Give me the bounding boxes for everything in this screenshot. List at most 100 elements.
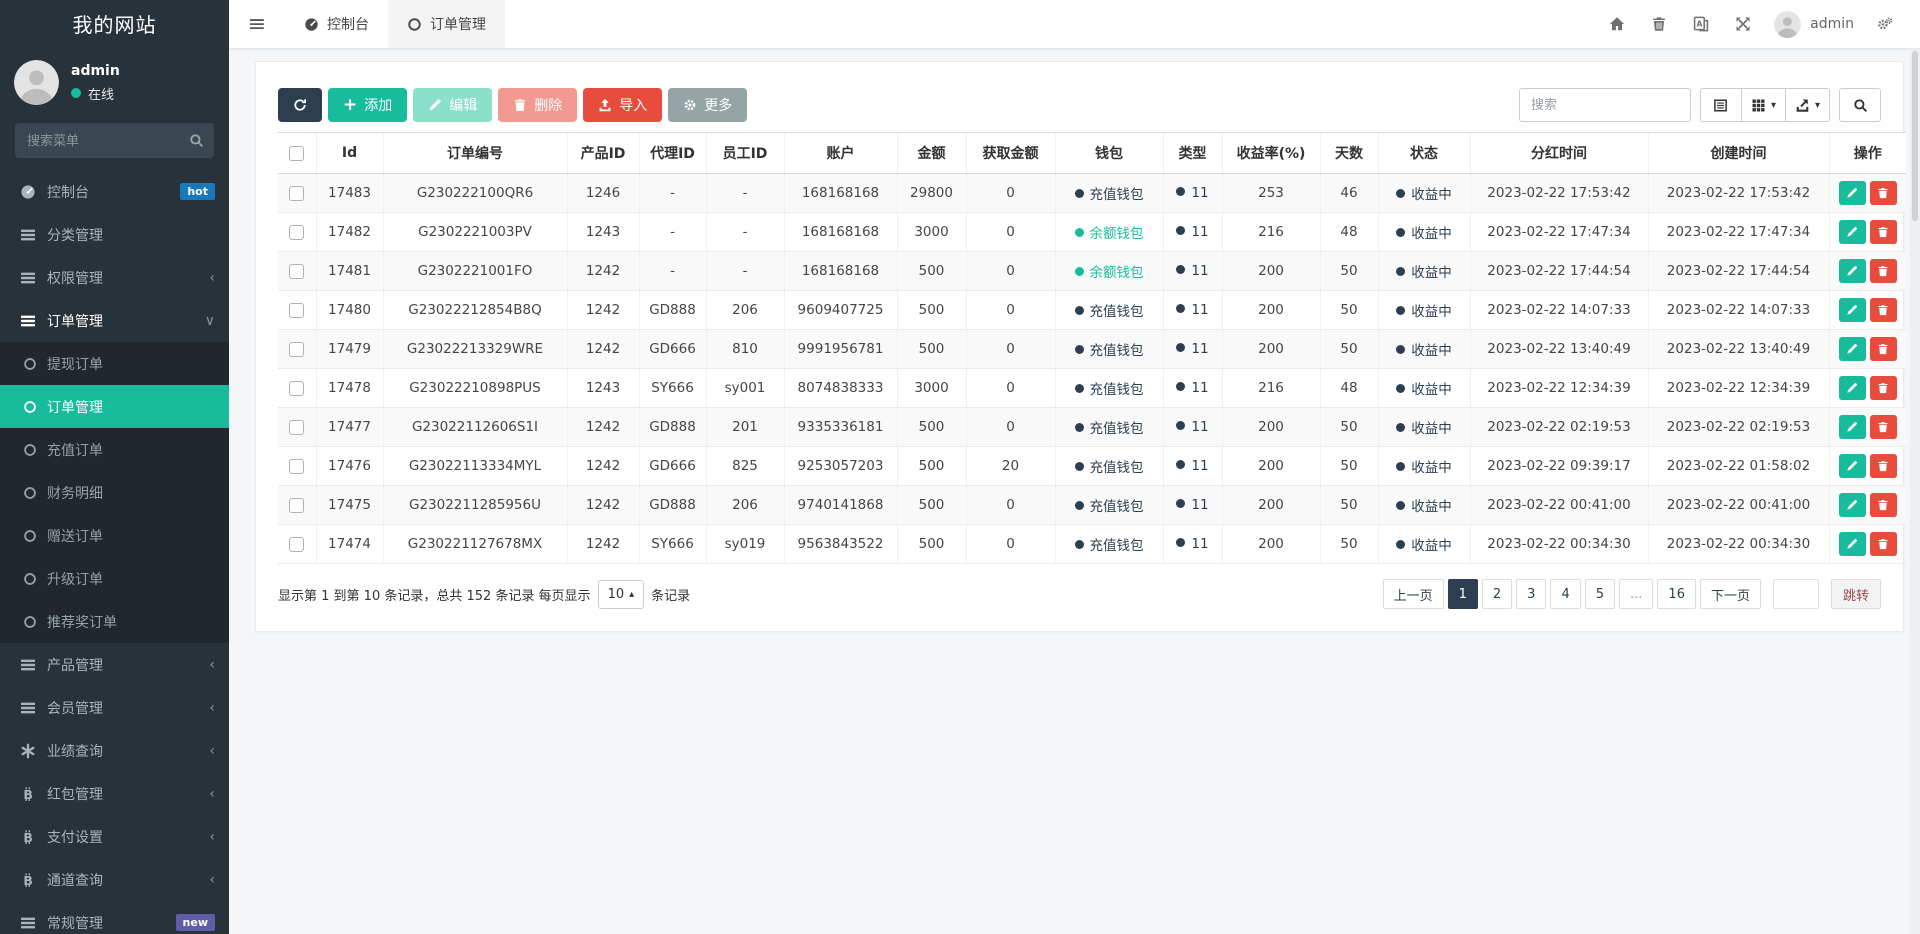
sidebar-subitem-recharge-orders[interactable]: 充值订单 [0,428,229,471]
row-checkbox[interactable] [289,459,304,474]
page-size-select[interactable]: 10 ▴ [598,580,645,609]
jump-page-input[interactable] [1773,579,1819,609]
scrollbar-thumb[interactable] [1912,51,1918,221]
delete-button[interactable]: 删除 [498,88,577,122]
row-delete-button[interactable] [1870,181,1897,205]
jump-button[interactable]: 跳转 [1831,579,1881,609]
sidebar-subitem-label: 推荐奖订单 [47,612,117,632]
language-button[interactable]: A [1680,0,1722,49]
order-no-cell: G23022210898PUS [383,369,567,408]
sidebar-subitem-finance-detail[interactable]: 财务明细 [0,471,229,514]
home-button[interactable] [1596,0,1638,49]
row-checkbox[interactable] [289,381,304,396]
import-button[interactable]: 导入 [583,88,662,122]
sidebar-item-dashboard[interactable]: 控制台hot [0,170,229,213]
tab-console[interactable]: 控制台 [285,0,388,48]
sidebar-item-permission[interactable]: 权限管理‹ [0,256,229,299]
row-checkbox[interactable] [289,186,304,201]
row-checkbox[interactable] [289,342,304,357]
row-edit-button[interactable] [1839,454,1866,478]
more-button[interactable]: 更多 [668,88,747,122]
row-checkbox[interactable] [289,303,304,318]
row-delete-button[interactable] [1870,376,1897,400]
sidebar-subitem-withdraw-orders[interactable]: 提现订单 [0,342,229,385]
sidebar-item-performance[interactable]: 业绩查询‹ [0,729,229,772]
sidebar-subitem-referral-orders[interactable]: 推荐奖订单 [0,600,229,643]
columns-button[interactable]: ▾ [1741,88,1786,122]
row-edit-button[interactable] [1839,415,1866,439]
sidebar-item-payment[interactable]: B支付设置‹ [0,815,229,858]
fullscreen-button[interactable] [1722,0,1764,49]
row-edit-button[interactable] [1839,493,1866,517]
tab-order-management[interactable]: 订单管理 [388,0,505,48]
sidebar-item-orders[interactable]: 订单管理∨ [0,299,229,342]
status-cell: 收益中 [1378,408,1470,447]
row-select-cell [278,525,316,564]
sidebar-item-category[interactable]: 分类管理 [0,213,229,256]
add-button[interactable]: +添加 [328,88,407,122]
days-cell: 50 [1320,252,1378,291]
rate-cell: 200 [1222,408,1320,447]
menu-search-input[interactable] [15,123,214,158]
row-edit-button[interactable] [1839,220,1866,244]
sidebar-item-channel[interactable]: B通道查询‹ [0,858,229,901]
staff-id-cell: 810 [706,330,784,369]
row-delete-button[interactable] [1870,298,1897,322]
page-button-5[interactable]: 5 [1585,579,1615,609]
refresh-button[interactable] [278,88,322,122]
row-delete-button[interactable] [1870,532,1897,556]
page-button-3[interactable]: 3 [1516,579,1546,609]
settings-button[interactable] [1864,0,1906,49]
user-menu[interactable]: admin [1764,11,1864,38]
scrollbar[interactable] [1910,49,1920,934]
chevron-left-icon: ‹ [209,270,215,286]
prev-page-button[interactable]: 上一页 [1383,579,1444,609]
next-page-button[interactable]: 下一页 [1700,579,1761,609]
row-edit-button[interactable] [1839,181,1866,205]
row-checkbox[interactable] [289,498,304,513]
search-button[interactable] [1839,88,1881,122]
row-checkbox[interactable] [289,537,304,552]
row-edit-button[interactable] [1839,259,1866,283]
row-edit-button[interactable] [1839,376,1866,400]
sidebar-item-member[interactable]: 会员管理‹ [0,686,229,729]
sidebar-item-product[interactable]: 产品管理‹ [0,643,229,686]
page-button-16[interactable]: 16 [1657,579,1696,609]
page-button-2[interactable]: 2 [1482,579,1512,609]
row-edit-button[interactable] [1839,532,1866,556]
row-checkbox[interactable] [289,420,304,435]
row-edit-button[interactable] [1839,337,1866,361]
export-button[interactable]: ▾ [1785,88,1830,122]
chevron-left-icon: ‹ [209,657,215,673]
dividend-time-cell: 2023-02-22 00:34:30 [1470,525,1648,564]
refresh-icon [293,98,307,112]
row-delete-button[interactable] [1870,337,1897,361]
row-select-cell [278,369,316,408]
page-button-4[interactable]: 4 [1550,579,1580,609]
sidebar-subitem-order-management[interactable]: 订单管理 [0,385,229,428]
clear-cache-button[interactable] [1638,0,1680,49]
row-delete-button[interactable] [1870,220,1897,244]
sidebar-subitem-label: 提现订单 [47,354,103,374]
table-search-input[interactable] [1519,88,1691,122]
row-edit-button[interactable] [1839,298,1866,322]
select-all-checkbox[interactable] [289,146,304,161]
sidebar-item-general[interactable]: 常规管理new [0,901,229,934]
row-delete-button[interactable] [1870,259,1897,283]
detail-view-button[interactable] [1700,88,1742,122]
list-icon [20,270,36,286]
page-button-1[interactable]: 1 [1448,579,1478,609]
sidebar-item-redpacket[interactable]: B红包管理‹ [0,772,229,815]
type-cell: 11 [1163,525,1222,564]
sidebar-toggle-button[interactable]: ≡ [229,0,285,48]
row-checkbox[interactable] [289,225,304,240]
row-delete-button[interactable] [1870,415,1897,439]
row-checkbox[interactable] [289,264,304,279]
row-delete-button[interactable] [1870,454,1897,478]
sidebar-subitem-gift-orders[interactable]: 赠送订单 [0,514,229,557]
edit-button[interactable]: 编辑 [413,88,492,122]
obtained-cell: 0 [966,213,1055,252]
user-panel: admin 在线 [0,50,229,117]
sidebar-subitem-upgrade-orders[interactable]: 升级订单 [0,557,229,600]
row-delete-button[interactable] [1870,493,1897,517]
